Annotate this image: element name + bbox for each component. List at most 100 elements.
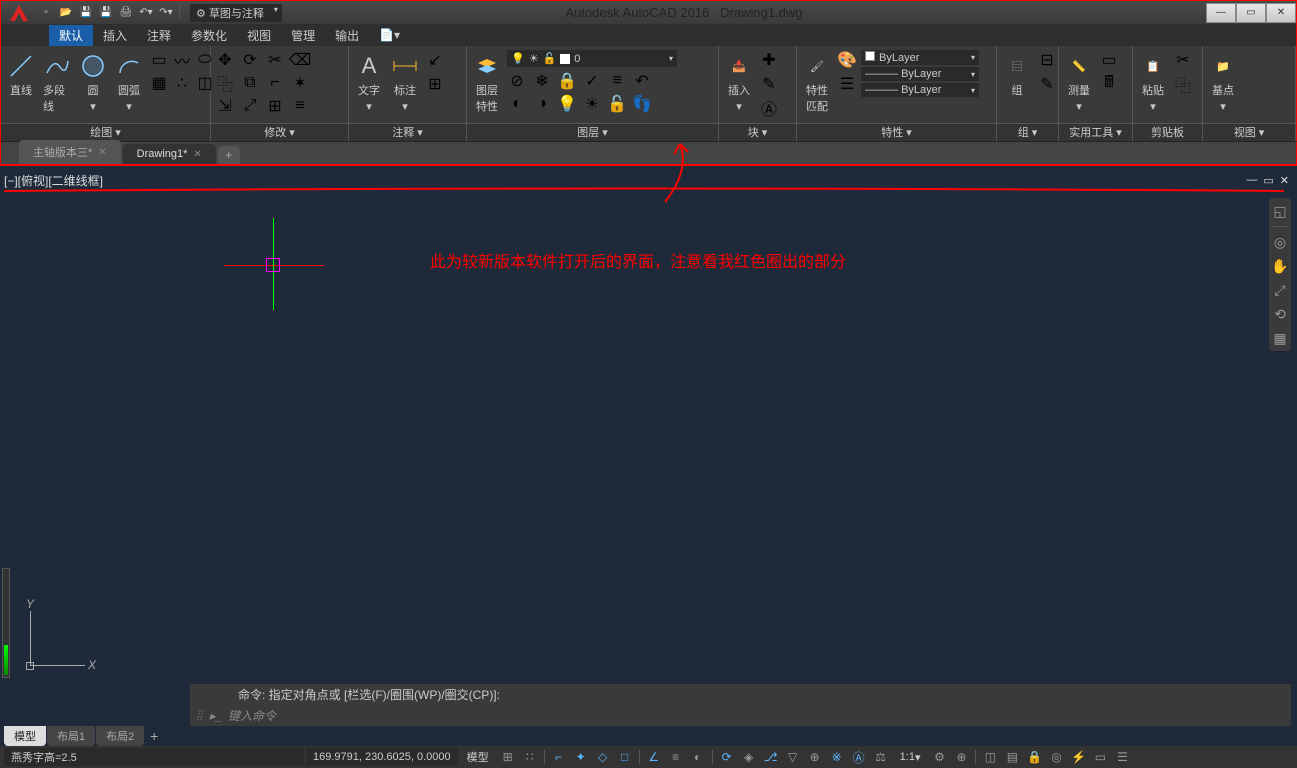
layer-iso-icon[interactable]: ◐ bbox=[507, 94, 527, 114]
quick-props-icon[interactable]: ▤ bbox=[1002, 748, 1022, 766]
transparency-slider[interactable] bbox=[2, 568, 10, 678]
lock-ui-icon[interactable]: 🔒 bbox=[1024, 748, 1044, 766]
select-icon[interactable]: ▭ bbox=[1099, 50, 1119, 70]
layer-lock-icon[interactable]: 🔒 bbox=[557, 71, 577, 91]
layer-unlock-icon[interactable]: 🔓 bbox=[607, 94, 627, 114]
circle-button[interactable]: 圆▾ bbox=[77, 50, 109, 115]
snap-icon[interactable]: ∷ bbox=[520, 748, 540, 766]
panel-title-modify[interactable]: 修改 ▾ bbox=[211, 123, 348, 141]
ungroup-icon[interactable]: ⊟ bbox=[1037, 50, 1057, 70]
block-attr-icon[interactable]: Ⓐ bbox=[759, 98, 779, 118]
fillet-icon[interactable]: ⌐ bbox=[265, 73, 285, 93]
rotate-icon[interactable]: ⟳ bbox=[240, 50, 260, 70]
cut-icon[interactable]: ✂ bbox=[1173, 50, 1193, 70]
block-create-icon[interactable]: ✚ bbox=[759, 50, 779, 70]
minimize-button[interactable]: — bbox=[1206, 3, 1236, 23]
layer-on-icon[interactable]: 💡 bbox=[557, 94, 577, 114]
redo-icon[interactable]: ↷▾ bbox=[157, 4, 175, 22]
zoom-extents-icon[interactable]: ⤢ bbox=[1271, 281, 1289, 299]
workspace-switch-icon[interactable]: ⚙ bbox=[929, 748, 949, 766]
block-edit-icon[interactable]: ✎ bbox=[759, 74, 779, 94]
group-edit-icon[interactable]: ✎ bbox=[1037, 74, 1057, 94]
grip-icon[interactable]: ⣿ bbox=[196, 710, 203, 721]
customize-icon[interactable]: ☰ bbox=[1112, 748, 1132, 766]
viewport-label[interactable]: [−][俯视][二维线框] bbox=[4, 172, 103, 189]
point-icon[interactable]: ∴ bbox=[172, 73, 192, 93]
workspace-dropdown[interactable]: ⚙ 草图与注释 bbox=[190, 4, 282, 22]
erase-icon[interactable]: ⌫ bbox=[290, 50, 310, 70]
measure-button[interactable]: 📏 测量▾ bbox=[1063, 50, 1095, 115]
undo-icon[interactable]: ↶▾ bbox=[137, 4, 155, 22]
clean-screen-icon[interactable]: ▭ bbox=[1090, 748, 1110, 766]
panel-title-view[interactable]: 视图 ▾ bbox=[1203, 123, 1295, 141]
line-button[interactable]: 直线 bbox=[5, 50, 37, 100]
panel-title-annotate[interactable]: 注释 ▾ bbox=[349, 123, 466, 141]
gizmo-icon[interactable]: ⊕ bbox=[805, 748, 825, 766]
table-icon[interactable]: ⊞ bbox=[425, 74, 445, 94]
new-tab-button[interactable]: + bbox=[218, 146, 240, 164]
list-icon[interactable]: ☰ bbox=[837, 74, 857, 94]
insert-block-button[interactable]: 📥 插入▾ bbox=[723, 50, 755, 115]
copy-clip-icon[interactable]: ⿻ bbox=[1173, 74, 1193, 94]
drawing-canvas[interactable]: [−][俯视][二维线框] — ▭ ✕ 此为较新版本软件打开后的界面，注意看我红… bbox=[0, 168, 1297, 726]
layer-prev-icon[interactable]: ↶ bbox=[632, 71, 652, 91]
linetype-dropdown[interactable]: ——— ByLayer bbox=[861, 83, 979, 97]
open-icon[interactable]: 📂 bbox=[57, 4, 75, 22]
lineweight-icon[interactable]: ≡ bbox=[666, 748, 686, 766]
showmotion-icon[interactable]: ▦ bbox=[1271, 329, 1289, 347]
vp-maximize-icon[interactable]: ▭ bbox=[1263, 174, 1273, 187]
layout-tab-model[interactable]: 模型 bbox=[4, 726, 46, 746]
saveas-icon[interactable]: 💾 bbox=[97, 4, 115, 22]
close-button[interactable]: ✕ bbox=[1266, 3, 1296, 23]
layer-props-button[interactable]: 图层 特性 bbox=[471, 50, 503, 116]
annotation-visibility-icon[interactable]: ※ bbox=[827, 748, 847, 766]
copy-icon[interactable]: ⿻ bbox=[215, 73, 235, 93]
new-icon[interactable]: ▫ bbox=[37, 4, 55, 22]
selection-cycling-icon[interactable]: ⟳ bbox=[717, 748, 737, 766]
tab-addons[interactable]: 📄▾ bbox=[369, 26, 410, 44]
3dosnap-icon[interactable]: ◈ bbox=[739, 748, 759, 766]
layer-thaw-icon[interactable]: ☀ bbox=[582, 94, 602, 114]
panel-title-block[interactable]: 块 ▾ bbox=[719, 123, 796, 141]
move-icon[interactable]: ✥ bbox=[215, 50, 235, 70]
text-button[interactable]: A 文字▾ bbox=[353, 50, 385, 115]
annotation-scale-icon[interactable]: ⚖ bbox=[871, 748, 891, 766]
color-wheel-icon[interactable]: 🎨 bbox=[837, 50, 857, 70]
calc-icon[interactable]: 🖩 bbox=[1099, 74, 1119, 94]
units-icon[interactable]: ◫ bbox=[980, 748, 1000, 766]
layer-make-current-icon[interactable]: ✓ bbox=[582, 71, 602, 91]
tab-parametric[interactable]: 参数化 bbox=[181, 25, 237, 46]
panel-title-props[interactable]: 特性 ▾ bbox=[797, 123, 996, 141]
isodraft-icon[interactable]: ◇ bbox=[593, 748, 613, 766]
grid-icon[interactable]: ⊞ bbox=[498, 748, 518, 766]
dynamic-ucs-icon[interactable]: ⎇ bbox=[761, 748, 781, 766]
annotation-monitor-icon[interactable]: ⊕ bbox=[951, 748, 971, 766]
array-icon[interactable]: ⊞ bbox=[265, 96, 285, 116]
status-scale[interactable]: 1:1 ▾ bbox=[893, 748, 928, 766]
file-tab-active[interactable]: Drawing1*✕ bbox=[123, 144, 216, 164]
layer-match-icon[interactable]: ≡ bbox=[607, 71, 627, 91]
layer-off-icon[interactable]: ⊘ bbox=[507, 71, 527, 91]
mirror-icon[interactable]: ⧉ bbox=[240, 73, 260, 93]
otrack-icon[interactable]: ∠ bbox=[644, 748, 664, 766]
orbit-icon[interactable]: ⟲ bbox=[1271, 305, 1289, 323]
transparency-icon[interactable]: ◐ bbox=[688, 748, 708, 766]
spline-icon[interactable]: 〰 bbox=[172, 50, 192, 70]
vp-minimize-icon[interactable]: — bbox=[1246, 174, 1257, 187]
hardware-accel-icon[interactable]: ⚡ bbox=[1068, 748, 1088, 766]
arc-button[interactable]: 圆弧▾ bbox=[113, 50, 145, 115]
panel-title-draw[interactable]: 绘图 ▾ bbox=[1, 123, 210, 141]
vp-close-icon[interactable]: ✕ bbox=[1280, 174, 1289, 187]
close-icon[interactable]: ✕ bbox=[193, 149, 201, 160]
lineweight-dropdown[interactable]: ——— ByLayer bbox=[861, 67, 979, 81]
layer-dropdown[interactable]: 💡 ☀ 🔓 0 ▾ bbox=[507, 50, 677, 67]
command-line[interactable]: ⣿ ▸_ 键入命令 bbox=[190, 705, 1291, 726]
layer-walk-icon[interactable]: 👣 bbox=[632, 94, 652, 114]
tab-default[interactable]: 默认 bbox=[49, 25, 93, 46]
dimension-button[interactable]: 标注▾ bbox=[389, 50, 421, 115]
plot-icon[interactable]: 🖨 bbox=[117, 4, 135, 22]
match-props-button[interactable]: 🖌 特性 匹配 bbox=[801, 50, 833, 116]
isolate-icon[interactable]: ◎ bbox=[1046, 748, 1066, 766]
basepoint-button[interactable]: 📁 基点▾ bbox=[1207, 50, 1239, 115]
rectangle-icon[interactable]: ▭ bbox=[149, 50, 169, 70]
